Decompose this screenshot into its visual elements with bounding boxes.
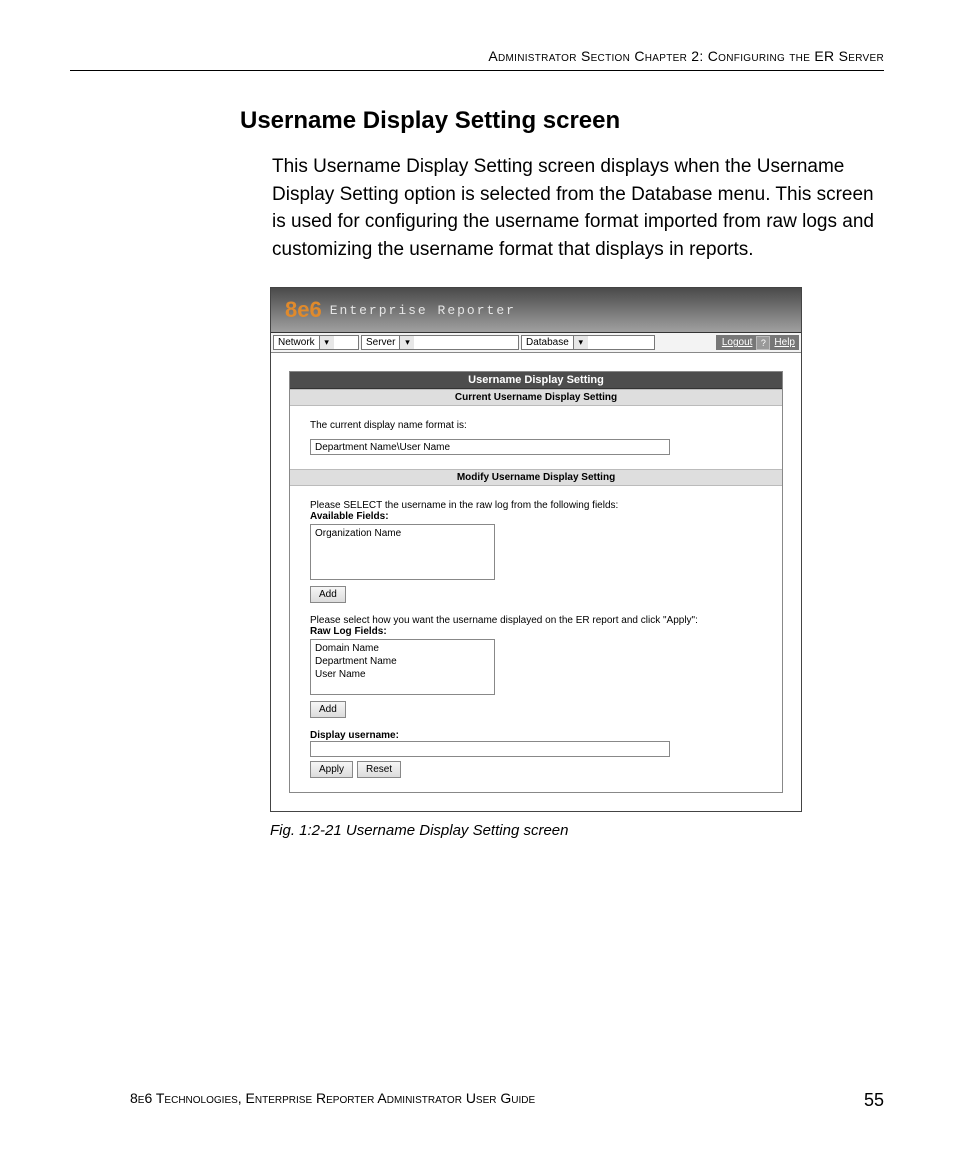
current-format-field [310, 439, 670, 455]
list-item[interactable]: Department Name [315, 655, 490, 668]
current-format-label: The current display name format is: [310, 420, 762, 431]
brand-logo: 8e6 [285, 297, 322, 323]
add-button-1[interactable]: Add [310, 586, 346, 603]
rawlog-fields-listbox[interactable]: Domain Name Department Name User Name [310, 639, 495, 695]
rawlog-fields-label: Raw Log Fields: [310, 626, 762, 637]
available-fields-label: Available Fields: [310, 511, 762, 522]
list-item[interactable]: Organization Name [315, 527, 490, 540]
intro-paragraph: This Username Display Setting screen dis… [272, 153, 874, 263]
menubar: Network ▾ Server ▾ Database ▾ Logout ? H… [271, 333, 801, 353]
available-fields-listbox[interactable]: Organization Name [310, 524, 495, 580]
menu-server-label: Server [362, 337, 399, 348]
reset-button[interactable]: Reset [357, 761, 401, 778]
menu-network-label: Network [274, 337, 319, 348]
brand-subtitle: Enterprise Reporter [330, 303, 516, 318]
help-icon[interactable]: ? [756, 336, 770, 350]
menu-database[interactable]: Database ▾ [521, 335, 655, 350]
app-window: 8e6 Enterprise Reporter Network ▾ Server… [270, 287, 802, 812]
section-title: Username Display Setting screen [240, 107, 874, 135]
panel-title: Username Display Setting [290, 372, 782, 389]
display-username-field[interactable] [310, 741, 670, 757]
modify-section-title: Modify Username Display Setting [290, 469, 782, 486]
logout-link[interactable]: Logout [722, 337, 753, 348]
top-right-links: Logout ? Help [716, 335, 799, 350]
settings-panel: Username Display Setting Current Usernam… [289, 371, 783, 793]
menu-database-label: Database [522, 337, 573, 348]
chevron-down-icon: ▾ [573, 336, 588, 349]
apply-button[interactable]: Apply [310, 761, 353, 778]
page-footer: 8e6 Technologies, Enterprise Reporter Ad… [70, 1090, 884, 1111]
current-section-title: Current Username Display Setting [290, 389, 782, 406]
running-header: Administrator Section Chapter 2: Configu… [70, 48, 884, 71]
chevron-down-icon: ▾ [399, 336, 414, 349]
app-titlebar: 8e6 Enterprise Reporter [271, 288, 801, 333]
modify-instruction-2: Please select how you want the username … [310, 615, 762, 626]
display-username-label: Display username: [310, 730, 762, 741]
footer-left: 8e6 Technologies, Enterprise Reporter Ad… [130, 1090, 535, 1111]
add-button-2[interactable]: Add [310, 701, 346, 718]
list-item[interactable]: User Name [315, 668, 490, 681]
list-item[interactable]: Domain Name [315, 642, 490, 655]
help-link[interactable]: Help [774, 337, 795, 348]
modify-instruction-1: Please SELECT the username in the raw lo… [310, 500, 762, 511]
figure-caption: Fig. 1:2-21 Username Display Setting scr… [270, 822, 874, 839]
menu-server[interactable]: Server ▾ [361, 335, 519, 350]
menu-network[interactable]: Network ▾ [273, 335, 359, 350]
chevron-down-icon: ▾ [319, 336, 334, 349]
page-number: 55 [864, 1090, 884, 1111]
